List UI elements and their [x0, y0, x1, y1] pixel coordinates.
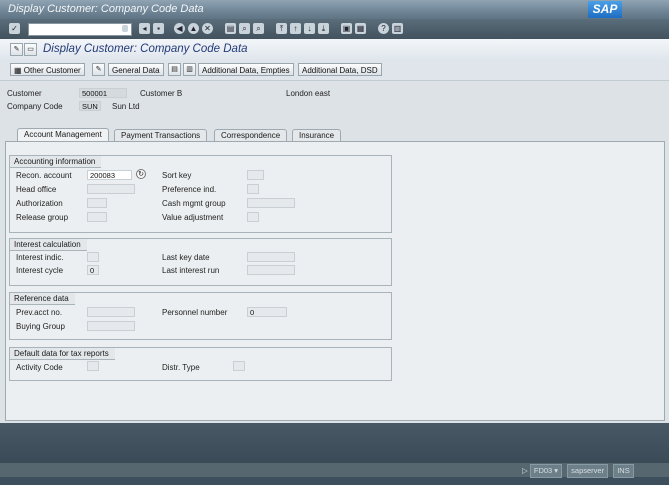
sort-key-field[interactable] — [247, 170, 264, 180]
system-toolbar: ✓ ◂ ▪ ◀ ▲ ✕ ▤ ⌕ ⌕ ⤒ ↑ ↓ ⤓ ▣ ▦ ? ▥ — [0, 19, 669, 39]
personnel-number-field[interactable]: 0 — [247, 307, 287, 317]
last-key-date-field[interactable] — [247, 252, 295, 262]
activity-code-label: Activity Code — [16, 363, 63, 372]
status-bar-system-info: ▷ FD03 ▾ sapserver INS — [522, 464, 637, 478]
create-session-icon[interactable]: ▣ — [341, 23, 352, 34]
application-toolbar: ▦ Other Customer ✎ General Data ▤ ▥ Addi… — [0, 60, 669, 81]
last-interest-run-label: Last interest run — [162, 266, 220, 275]
head-office-label: Head office — [16, 185, 57, 194]
interest-indic-label: Interest indic. — [16, 253, 64, 262]
personnel-number-label: Personnel number — [162, 308, 228, 317]
interest-calculation-title: Interest calculation — [9, 238, 87, 251]
release-group-field[interactable] — [87, 212, 107, 222]
back-icon[interactable]: ◀ — [174, 23, 185, 34]
enter-check-icon[interactable]: ✓ — [9, 23, 20, 34]
last-interest-run-field[interactable] — [247, 265, 295, 275]
preference-ind-label: Preference ind. — [162, 185, 217, 194]
authorization-field[interactable] — [87, 198, 107, 208]
additional-data-dsd-button[interactable]: Additional Data, DSD — [298, 63, 382, 76]
preference-ind-field[interactable] — [247, 184, 259, 194]
recon-account-label: Recon. account — [16, 171, 72, 180]
authorization-label: Authorization — [16, 199, 63, 208]
buying-group-label: Buying Group — [16, 322, 65, 331]
status-expand-icon[interactable]: ▷ — [522, 466, 530, 475]
interest-cycle-label: Interest cycle — [16, 266, 64, 275]
sap-logo: SAP — [588, 1, 622, 18]
application-title: Display Customer: Company Code Data — [43, 43, 248, 55]
tab-account-management[interactable]: Account Management — [17, 128, 109, 141]
cancel-icon[interactable]: ✕ — [202, 23, 213, 34]
footer-area — [0, 423, 669, 463]
tab-payment-transactions[interactable]: Payment Transactions — [114, 129, 208, 141]
sort-key-label: Sort key — [162, 171, 192, 180]
command-field-dropdown-icon[interactable] — [122, 25, 128, 32]
favorites-back-icon[interactable]: ◂ — [139, 23, 150, 34]
tab-insurance[interactable]: Insurance — [292, 129, 342, 141]
activity-code-field[interactable] — [87, 361, 99, 371]
general-data-button[interactable]: General Data — [108, 63, 164, 76]
first-page-icon[interactable]: ⤒ — [276, 23, 287, 34]
window-title-bar: Display Customer: Company Code Data SAP — [0, 0, 669, 19]
company-code-label: Company Code — [7, 102, 63, 111]
cash-mgmt-group-field[interactable] — [247, 198, 295, 208]
customer-label: Customer — [7, 89, 42, 98]
customer-number-field: 500001 — [79, 88, 127, 98]
head-office-field[interactable] — [87, 184, 135, 194]
sales-area-icon[interactable]: ▥ — [183, 63, 196, 76]
exit-icon[interactable]: ▲ — [188, 23, 199, 34]
status-transaction[interactable]: FD03 ▾ — [529, 464, 563, 478]
display-change-toggle-icon[interactable]: ✎ — [92, 63, 105, 76]
window-title: Display Customer: Company Code Data — [8, 3, 204, 15]
distr-type-label: Distr. Type — [162, 363, 200, 372]
other-object-icon[interactable]: ▭ — [24, 43, 37, 56]
distr-type-field[interactable] — [233, 361, 245, 371]
recon-account-field[interactable]: 200083 — [87, 170, 132, 180]
buying-group-field[interactable] — [87, 321, 135, 331]
other-customer-button[interactable]: ▦ Other Customer — [10, 63, 85, 76]
interest-indic-field[interactable] — [87, 252, 99, 262]
document-icon[interactable]: ▤ — [168, 63, 181, 76]
find-next-icon[interactable]: ⌕ — [253, 23, 264, 34]
status-server: sapserver — [567, 464, 609, 478]
reference-data-title: Reference data — [9, 292, 75, 305]
customer-name: Customer B — [140, 89, 183, 98]
save-icon[interactable]: ▪ — [153, 23, 164, 34]
tax-reports-group: Default data for tax reports — [9, 347, 392, 381]
release-group-label: Release group — [16, 213, 69, 222]
find-icon[interactable]: ⌕ — [239, 23, 250, 34]
help-icon[interactable]: ? — [378, 23, 389, 34]
layout-menu-icon[interactable]: ▥ — [392, 23, 403, 34]
tax-reports-title: Default data for tax reports — [9, 347, 115, 360]
display-change-icon[interactable]: ✎ — [10, 43, 23, 56]
additional-data-empties-button[interactable]: Additional Data, Empties — [198, 63, 294, 76]
value-adjustment-field[interactable] — [247, 212, 259, 222]
company-code-field: SUN — [79, 101, 101, 111]
tab-correspondence[interactable]: Correspondence — [214, 129, 288, 141]
value-adjustment-label: Value adjustment — [162, 213, 224, 222]
cash-mgmt-group-label: Cash mgmt group — [162, 199, 226, 208]
next-page-icon[interactable]: ↓ — [304, 23, 315, 34]
shortcut-icon[interactable]: ▦ — [355, 23, 366, 34]
accounting-information-title: Accounting information — [9, 155, 102, 168]
last-page-icon[interactable]: ⤓ — [318, 23, 329, 34]
application-title-bar: ✎ ▭ Display Customer: Company Code Data — [0, 39, 669, 61]
print-icon[interactable]: ▤ — [225, 23, 236, 34]
customer-city: London east — [286, 89, 331, 98]
interest-cycle-field[interactable]: 0 — [87, 265, 99, 275]
last-key-date-label: Last key date — [162, 253, 210, 262]
command-field[interactable] — [28, 23, 132, 36]
prev-acct-no-label: Prev.acct no. — [16, 308, 63, 317]
previous-page-icon[interactable]: ↑ — [290, 23, 301, 34]
other-customer-icon: ▦ — [14, 66, 24, 75]
interest-calculation-group: Interest calculation — [9, 238, 392, 286]
status-dropdown-icon[interactable]: ▾ — [554, 466, 558, 475]
status-mode: INS — [613, 464, 634, 478]
company-code-name: Sun Ltd — [112, 102, 140, 111]
prev-acct-no-field[interactable] — [87, 307, 135, 317]
possible-entries-icon[interactable]: ↻ — [136, 169, 146, 179]
